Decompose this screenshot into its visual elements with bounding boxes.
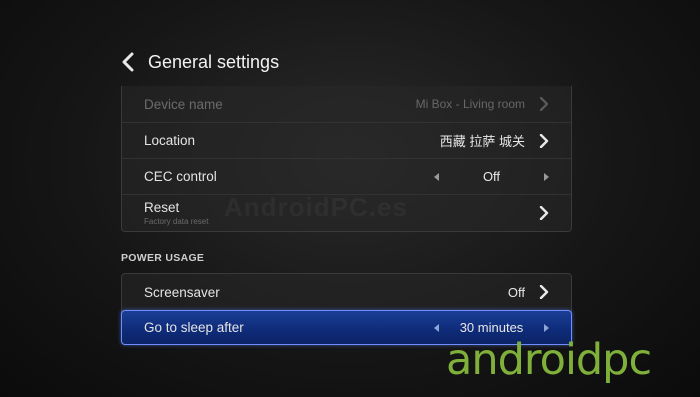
- triangle-left-icon[interactable]: [434, 323, 440, 332]
- page-title: General settings: [148, 51, 280, 72]
- watermark: AndroidPC.es: [224, 192, 408, 223]
- cec-control-label: CEC control: [144, 169, 217, 184]
- device-name-label: Device name: [144, 96, 223, 112]
- location-label: Location: [144, 133, 196, 148]
- cec-control-row[interactable]: CEC control Off: [122, 158, 571, 194]
- sleep-timer-selector[interactable]: 30 minutes: [434, 320, 549, 335]
- location-row[interactable]: Location 西藏 拉萨 城关: [122, 122, 571, 158]
- screensaver-label: Screensaver: [144, 284, 220, 300]
- chevron-left-icon[interactable]: [120, 51, 138, 73]
- screensaver-value: Off: [507, 284, 525, 300]
- screensaver-row[interactable]: Screensaver Off: [122, 274, 571, 310]
- androidpc-logo: androidpc: [446, 335, 652, 385]
- page-header: General settings: [120, 46, 279, 78]
- chevron-right-icon: [539, 97, 549, 111]
- go-to-sleep-label: Go to sleep after: [144, 320, 244, 335]
- location-value: 西藏 拉萨 城关: [439, 134, 525, 149]
- device-name-value: Mi Box - Living room: [415, 97, 525, 111]
- triangle-right-icon[interactable]: [543, 172, 549, 181]
- triangle-left-icon[interactable]: [434, 172, 440, 181]
- device-name-row[interactable]: Device name Mi Box - Living room: [122, 86, 571, 122]
- power-usage-header: POWER USAGE: [121, 252, 205, 264]
- chevron-right-icon: [539, 133, 549, 148]
- cec-control-value: Off: [482, 169, 501, 184]
- chevron-right-icon: [539, 205, 549, 220]
- triangle-right-icon[interactable]: [543, 323, 549, 332]
- chevron-right-icon: [539, 285, 549, 299]
- cec-control-selector[interactable]: Off: [434, 169, 549, 184]
- go-to-sleep-value: 30 minutes: [459, 320, 524, 335]
